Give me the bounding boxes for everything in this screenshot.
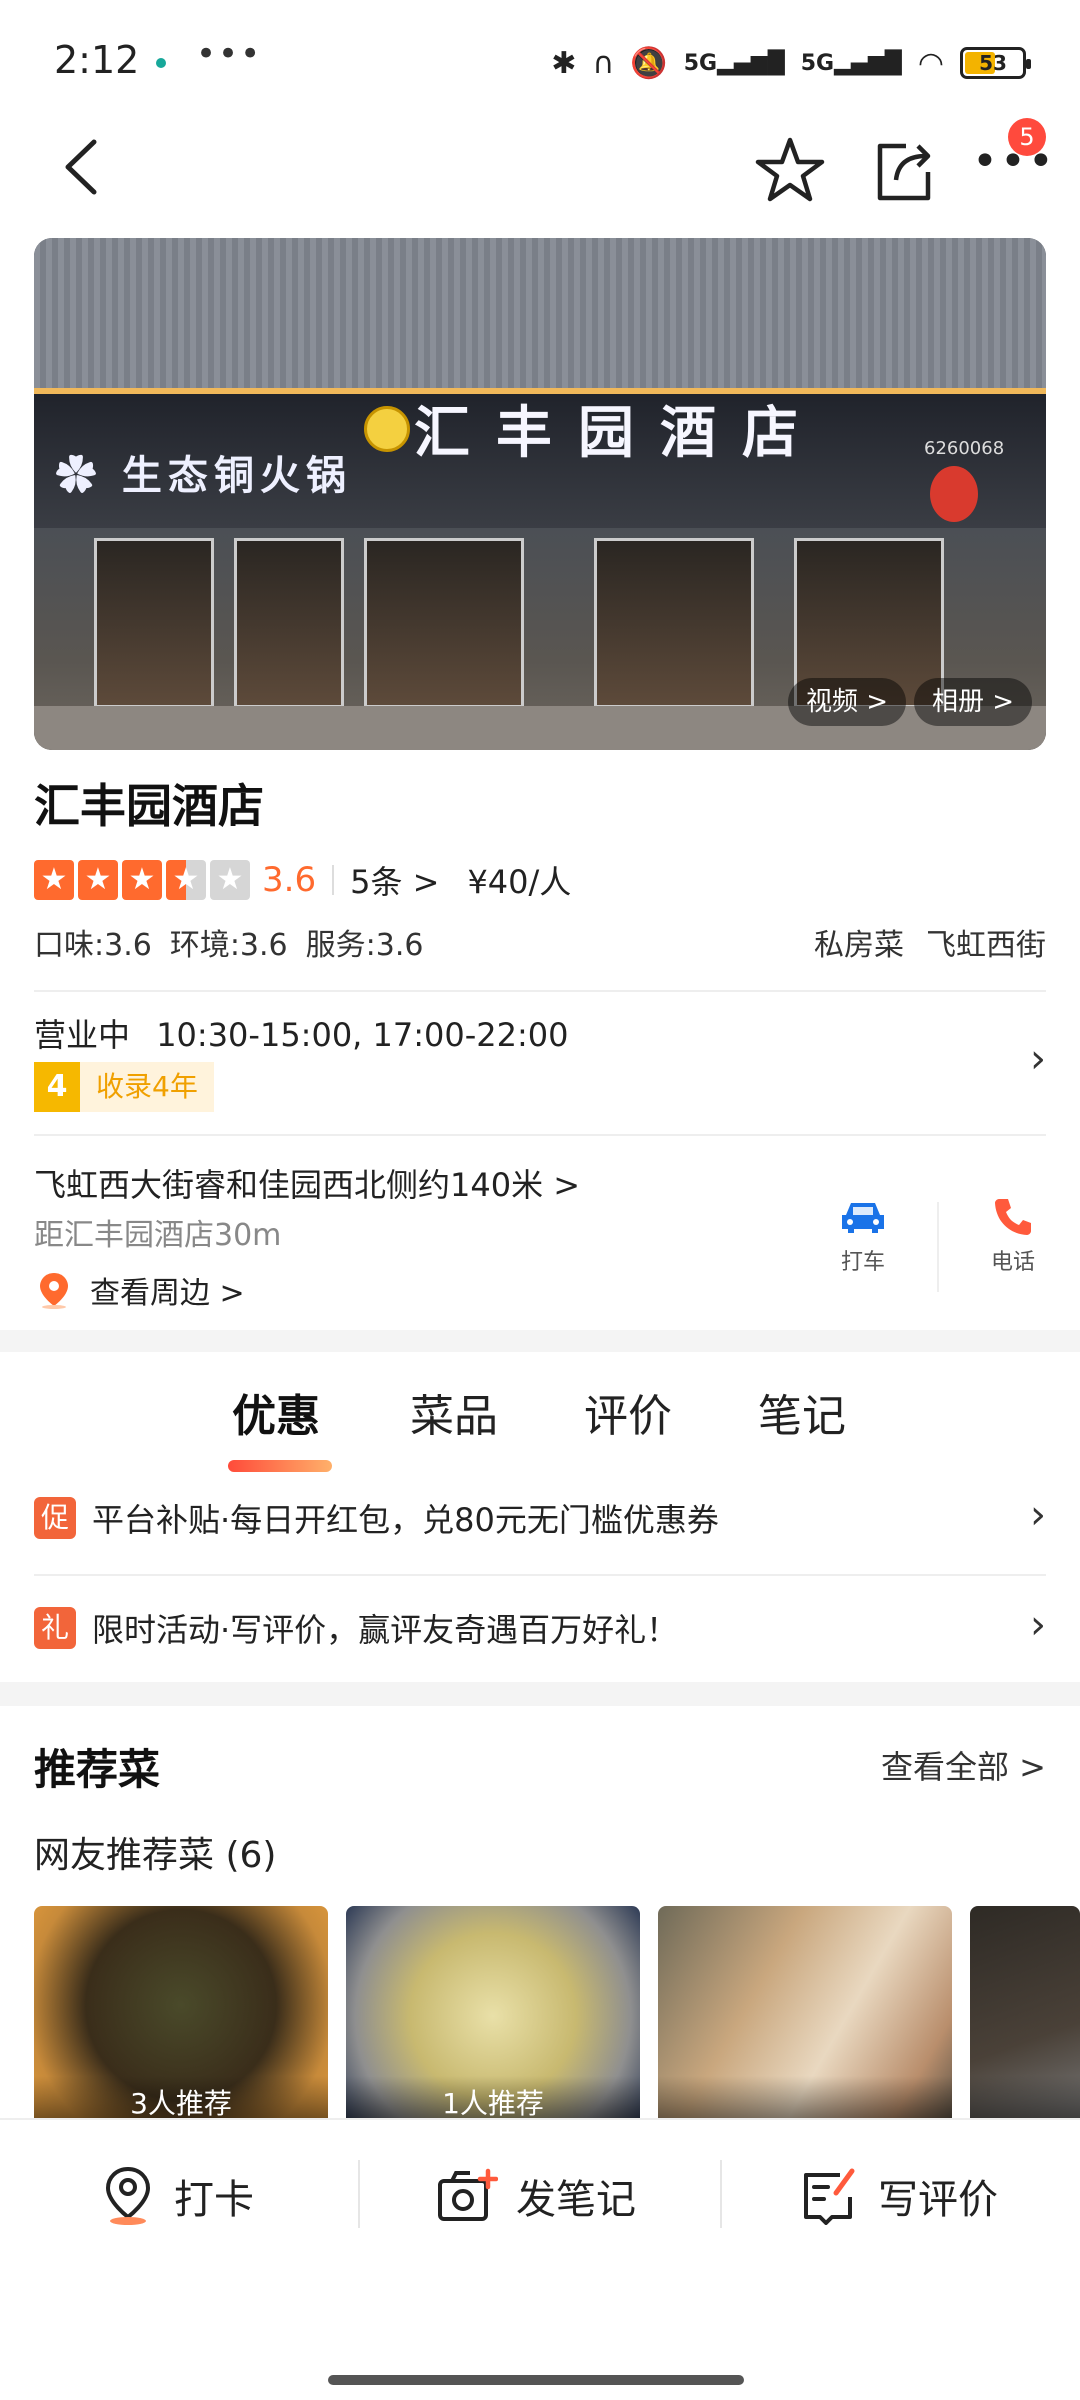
status-bar: 2:12 ••• ✱ ∩ 🔕 5G▂▄▆█ 5G▂▄▆█ ◠ 53	[0, 0, 1080, 110]
camera-plus-icon	[438, 2168, 498, 2221]
years-listed-badge: 4 收录4年	[34, 1062, 214, 1112]
section-tabs: 优惠 菜品 评价 笔记	[0, 1380, 1080, 1472]
status-icons: ✱ ∩ 🔕 5G▂▄▆█ 5G▂▄▆█ ◠ 53	[551, 38, 1031, 88]
app-indicator-dot	[156, 58, 166, 68]
write-review-button[interactable]: 写评价	[800, 2156, 998, 2236]
tab-discounts[interactable]: 优惠	[232, 1380, 320, 1444]
hours-text: 10:30-15:00, 17:00-22:00	[156, 1016, 569, 1054]
nearby-label: 查看周边 >	[90, 1276, 245, 1311]
promo-tag: 促	[34, 1497, 76, 1539]
sub-scores: 口味:3.6 环境:3.6 服务:3.6	[34, 920, 423, 964]
location-pin-icon	[40, 1273, 68, 1309]
phone-button[interactable]: 电话	[968, 1190, 1058, 1276]
edit-review-icon	[804, 2168, 855, 2225]
star-full-icon: ★	[122, 860, 162, 900]
shop-sign-left: ✿ 生态铜火锅	[56, 452, 352, 499]
top-navigation: ••• 5	[0, 110, 1080, 230]
phone-label: 电话	[990, 1250, 1035, 1275]
status-more-dots: •••	[196, 34, 263, 74]
business-hours[interactable]: 营业中 10:30-15:00, 17:00-22:00	[34, 1010, 569, 1056]
rating-row: ★ ★ ★ ★ ★ 3.6 5条 > ¥40/人	[34, 858, 571, 902]
post-note-button[interactable]: 发笔记	[436, 2156, 636, 2236]
status-time: 2:12	[54, 38, 140, 82]
dish-card[interactable]: 3人推荐	[34, 1906, 328, 2126]
star-full-icon: ★	[34, 860, 74, 900]
years-number: 4	[34, 1062, 80, 1112]
location-pin-icon	[105, 2166, 151, 2225]
star-outline-icon[interactable]	[752, 132, 828, 208]
write-review-label: 写评价	[878, 2177, 998, 2223]
taxi-button[interactable]: 打车	[818, 1190, 908, 1276]
battery-icon: 53	[960, 47, 1031, 79]
promo-tag: 礼	[34, 1607, 76, 1649]
price-per-person: ¥40/人	[467, 863, 572, 901]
tab-dishes[interactable]: 菜品	[410, 1380, 498, 1444]
battery-level: 53	[979, 51, 1007, 75]
service-score: 服务:3.6	[305, 928, 424, 963]
dishes-subtitle: 网友推荐菜 (6)	[34, 1835, 277, 1876]
restaurant-name: 汇丰园酒店	[34, 779, 264, 833]
star-half-icon: ★	[166, 860, 206, 900]
view-all-link[interactable]: 查看全部 >	[881, 1742, 1046, 1788]
environment-score: 环境:3.6	[169, 928, 288, 963]
car-icon	[818, 1190, 908, 1244]
dish-card[interactable]: 1人推荐	[346, 1906, 640, 2126]
chevron-right-icon[interactable]: ›	[1030, 1036, 1046, 1082]
bluetooth-icon: ✱	[551, 45, 577, 81]
notification-badge: 5	[1008, 118, 1046, 156]
checkin-label: 打卡	[174, 2177, 254, 2223]
checkin-button[interactable]: 打卡	[100, 2156, 254, 2236]
wifi-icon: ◠	[917, 45, 944, 81]
earbuds-icon: ∩	[592, 45, 615, 81]
promo-row-subsidy[interactable]: 促 平台补贴·每日开红包，兑80元无门槛优惠券 ›	[34, 1468, 1046, 1568]
promotions-section: 优惠 菜品 评价 笔记 促 平台补贴·每日开红包，兑80元无门槛优惠券 › 礼 …	[0, 1352, 1080, 1682]
restaurant-info-card: ✿ 生态铜火锅 汇丰园酒店 6260068 视频 > 相册 > 汇丰园酒店 ★ …	[0, 230, 1080, 1330]
promo-row-activity[interactable]: 礼 限时活动·写评价，赢评友奇遇百万好礼！ ›	[34, 1578, 1046, 1678]
dish-card[interactable]	[658, 1906, 952, 2126]
tab-notes[interactable]: 笔记	[758, 1380, 846, 1444]
category-tag: 私房菜	[814, 928, 904, 963]
album-button[interactable]: 相册 >	[914, 678, 1033, 726]
video-button[interactable]: 视频 >	[788, 678, 907, 726]
mute-icon: 🔕	[630, 45, 668, 81]
red-lantern	[930, 466, 978, 522]
shop-sign-right: 汇丰园酒店	[414, 400, 824, 466]
shop-logo	[364, 406, 410, 452]
taxi-label: 打车	[840, 1250, 885, 1275]
share-icon[interactable]	[866, 132, 942, 208]
taste-score: 口味:3.6	[34, 928, 152, 963]
bottom-action-bar: 打卡 发笔记 写评价	[0, 2118, 1080, 2400]
signal-icon: 5G▂▄▆█	[800, 50, 902, 76]
area-tag: 飞虹西街	[926, 928, 1046, 963]
section-title: 推荐菜	[34, 1745, 161, 1794]
category-tags: 私房菜 飞虹西街	[814, 920, 1046, 964]
years-text: 收录4年	[80, 1062, 214, 1112]
shop-sign-phone: 6260068	[924, 438, 1005, 459]
chevron-right-icon: ›	[1030, 1602, 1046, 1648]
promo-text: 平台补贴·每日开红包，兑80元无门槛优惠券	[92, 1501, 719, 1539]
home-indicator[interactable]	[328, 2375, 744, 2385]
signal-icon: 5G▂▄▆█	[683, 50, 785, 76]
dish-card[interactable]	[970, 1906, 1080, 2126]
recommended-dishes-section: 推荐菜 查看全部 > 网友推荐菜 (6) 3人推荐 1人推荐	[0, 1706, 1080, 2126]
post-note-label: 发笔记	[516, 2177, 636, 2223]
review-count-link[interactable]: 5条 >	[350, 857, 439, 903]
star-rating: ★ ★ ★ ★ ★	[34, 860, 250, 900]
nearby-link[interactable]: 查看周边 >	[34, 1268, 245, 1312]
address-link[interactable]: 飞虹西大街睿和佳园西北侧约140米 >	[34, 1160, 580, 1206]
star-empty-icon: ★	[210, 860, 250, 900]
tab-reviews[interactable]: 评价	[584, 1380, 672, 1444]
promo-text: 限时活动·写评价，赢评友奇遇百万好礼！	[92, 1611, 679, 1649]
open-status: 营业中	[34, 1016, 131, 1054]
chevron-right-icon: ›	[1030, 1492, 1046, 1538]
rating-score: 3.6	[262, 860, 317, 900]
back-arrow-icon[interactable]	[50, 132, 120, 202]
distance-text: 距汇丰园酒店30m	[34, 1218, 282, 1253]
phone-icon	[968, 1190, 1058, 1244]
star-full-icon: ★	[78, 860, 118, 900]
storefront-photo[interactable]: ✿ 生态铜火锅 汇丰园酒店 6260068 视频 > 相册 >	[34, 238, 1046, 750]
